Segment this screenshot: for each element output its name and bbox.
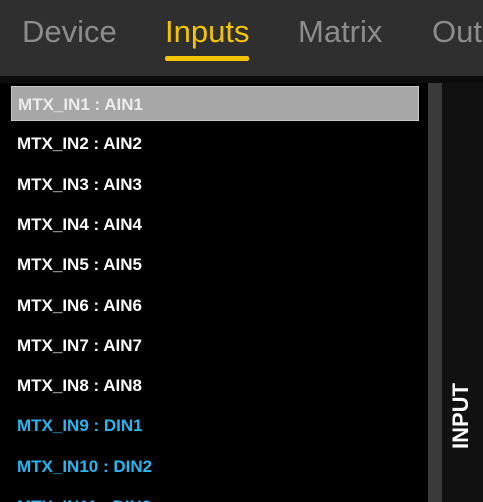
input-list-item[interactable]: MTX_IN7 : AIN7	[11, 328, 419, 363]
tab-matrix[interactable]: Matrix	[298, 12, 382, 52]
input-list-item[interactable]: MTX_IN9 : DIN1	[11, 408, 419, 443]
tab-outputs-label: Out	[432, 14, 482, 49]
input-side-panel: INPUT	[442, 83, 483, 502]
input-side-label: INPUT	[448, 383, 473, 449]
input-list-item[interactable]: MTX_IN11 : DIN3	[11, 489, 419, 502]
input-list-item[interactable]: MTX_IN2 : AIN2	[11, 126, 419, 161]
tab-outputs[interactable]: Out	[432, 12, 482, 52]
app-window: Device Inputs Matrix Out MTX_IN1 : AIN1 M…	[0, 0, 483, 502]
input-list[interactable]: MTX_IN1 : AIN1 MTX_IN2 : AIN2 MTX_IN3 : AI…	[0, 83, 428, 502]
input-list-item[interactable]: MTX_IN1 : AIN1	[11, 86, 419, 121]
panel-divider[interactable]	[428, 83, 442, 502]
tab-device-label: Device	[22, 14, 117, 49]
input-list-item[interactable]: MTX_IN4 : AIN4	[11, 207, 419, 242]
tab-bar: Device Inputs Matrix Out	[0, 0, 483, 78]
header-divider	[0, 76, 483, 83]
input-list-item[interactable]: MTX_IN5 : AIN5	[11, 247, 419, 282]
active-tab-indicator	[165, 56, 250, 61]
tab-device[interactable]: Device	[22, 12, 117, 52]
input-list-item[interactable]: MTX_IN10 : DIN2	[11, 449, 419, 484]
tab-matrix-label: Matrix	[298, 14, 383, 49]
input-list-item[interactable]: MTX_IN6 : AIN6	[11, 288, 419, 323]
tab-inputs-label: Inputs	[165, 14, 250, 49]
input-list-item[interactable]: MTX_IN8 : AIN8	[11, 368, 419, 403]
input-list-item[interactable]: MTX_IN3 : AIN3	[11, 167, 419, 202]
tab-inputs[interactable]: Inputs	[165, 12, 250, 61]
